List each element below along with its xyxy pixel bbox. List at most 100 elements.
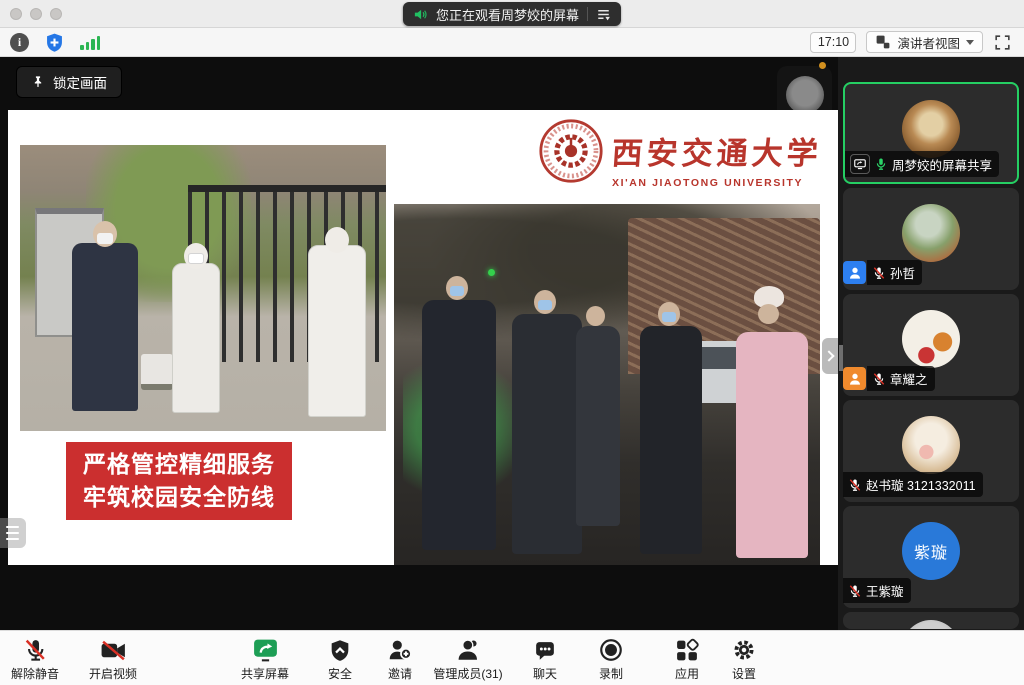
participant-role-badge [843,367,866,390]
avatar [902,310,960,368]
video-off-icon [98,636,127,664]
participants-sidebar: 周梦姣的屏幕共享 孙哲 [838,57,1024,630]
figure-decor [422,300,496,550]
mic-muted-icon [848,584,862,598]
slogan-line2: 牢筑校园安全防线 [83,481,275,514]
invite-button[interactable]: 邀请 [387,636,413,682]
figure-decor [72,243,138,411]
main-content: 锁定画面 西安交通大学 XI' [0,57,1024,630]
avatar [902,100,960,158]
manage-participants-button[interactable]: 管理成员(31) [433,636,502,682]
chevron-right-icon [823,350,834,361]
view-mode-button[interactable]: 演讲者视图 [866,31,983,53]
avatar [902,416,960,474]
avatar: 紫璇 [902,522,960,580]
unmute-button[interactable]: 解除静音 [11,636,59,682]
university-name-cn: 西安交通大学 [610,128,823,173]
xjtu-logo: 西安交通大学 XI'AN JIAOTONG UNIVERSITY [538,118,822,189]
lock-view-label: 锁定画面 [53,72,107,92]
connection-quality-icon[interactable] [80,35,100,50]
figure-decor [172,263,220,413]
participant-role-badge [843,261,866,284]
participant-name: 章耀之 [890,369,928,388]
traffic-light-decor [488,269,495,276]
camera-lens-icon [786,76,824,114]
apps-button[interactable]: 应用 [675,636,700,682]
meeting-info-icon[interactable]: i [10,33,29,52]
participant-name: 孙哲 [890,263,915,282]
figure-decor [662,312,676,322]
sidebar-collapse-handle[interactable] [822,338,838,374]
apps-icon [675,636,700,664]
pin-icon [31,75,45,89]
share-screen-button[interactable]: 共享屏幕 [241,636,289,682]
lock-view-button[interactable]: 锁定画面 [16,66,122,98]
zoom-meeting-window: 您正在观看周梦姣的屏幕 i 17:10 演讲者视图 锁定画面 [0,0,1024,685]
participant-tile[interactable]: 章耀之 [843,294,1019,396]
photo-campus-gate [20,145,386,431]
fullscreen-button[interactable] [993,33,1012,52]
university-name-en: XI'AN JIAOTONG UNIVERSITY [612,177,822,189]
figure-decor [512,314,582,554]
speaker-icon [413,7,428,22]
figure-decor [576,326,620,526]
figure-decor [188,253,204,264]
chevron-down-icon [966,40,974,45]
participant-tile-sharing[interactable]: 周梦姣的屏幕共享 [843,82,1019,184]
slogan-banner: 严格管控精细服务 牢筑校园安全防线 [66,442,292,520]
participant-tile[interactable]: 赵书璇 3121332011 [843,400,1019,502]
banner-text: 您正在观看周梦姣的屏幕 [436,5,579,24]
figure-decor [586,306,605,326]
figure-decor [97,233,113,244]
chat-icon [533,636,558,664]
encryption-shield-icon[interactable] [44,32,65,53]
figure-decor [450,286,464,296]
security-button[interactable]: 安全 [328,636,353,682]
invite-icon [387,636,413,664]
participant-name: 周梦姣的屏幕共享 [892,155,992,174]
record-button[interactable]: 录制 [598,636,624,682]
mic-muted-icon [872,372,886,386]
view-mode-label: 演讲者视图 [897,33,960,52]
maximize-button[interactable] [50,8,62,20]
xjtu-seal-icon [538,118,604,184]
settings-button[interactable]: 设置 [731,636,757,682]
participant-tile[interactable]: 紫璇 王紫璇 [843,506,1019,608]
figure-decor [640,326,702,554]
mic-muted-icon [848,478,862,492]
settings-icon [731,636,757,664]
figure-decor [538,300,552,310]
figure-decor [758,304,779,324]
start-video-button[interactable]: 开启视频 [89,636,137,682]
layout-icon [875,34,891,50]
banner-menu-icon[interactable] [596,7,611,22]
participant-tile[interactable]: 孙哲 [843,188,1019,290]
participant-tile-partial[interactable] [843,612,1019,629]
mic-muted-icon [872,266,886,280]
slogan-line1: 严格管控精细服务 [83,448,275,481]
annotation-panel-toggle[interactable] [0,518,26,548]
notification-dot [819,62,826,69]
security-icon [328,636,353,664]
meeting-statusbar: i 17:10 演讲者视图 [0,28,1024,57]
chat-button[interactable]: 聊天 [533,636,558,682]
figure-decor [736,332,808,558]
close-button[interactable] [10,8,22,20]
participants-icon [455,636,481,664]
watching-screen-banner: 您正在观看周梦姣的屏幕 [403,2,621,26]
window-titlebar: 您正在观看周梦姣的屏幕 [0,0,1024,28]
minimize-button[interactable] [30,8,42,20]
divider [587,7,588,21]
figure-decor [308,245,366,417]
shared-screen-view: 锁定画面 西安交通大学 XI' [0,57,838,630]
photo-street-inspection [394,204,820,565]
record-icon [598,636,624,664]
meeting-controls-toolbar: 解除静音 开启视频 共享屏幕 安全 邀请 [0,630,1024,685]
avatar [902,620,960,629]
avatar-initials: 紫璇 [914,539,948,563]
participant-name: 王紫璇 [866,581,904,600]
mic-on-icon [874,157,888,171]
screen-share-icon [850,154,870,174]
participant-name: 赵书璇 3121332011 [866,475,976,494]
figure-decor [325,227,349,253]
